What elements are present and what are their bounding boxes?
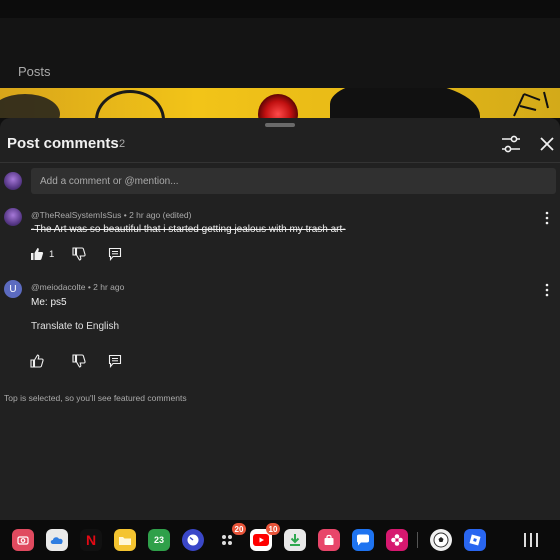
- translate-link[interactable]: Translate to English: [31, 321, 119, 332]
- channel-header: [0, 18, 560, 88]
- app-cloud[interactable]: [46, 529, 68, 551]
- chat-bubble-icon: [357, 534, 369, 546]
- app-calendar[interactable]: 23: [148, 529, 170, 551]
- comment-meta: @TheRealSystemIsSus • 2 hr ago (edited): [31, 210, 192, 220]
- close-icon[interactable]: [537, 134, 557, 154]
- comment-meta: @meiodacolte • 2 hr ago: [31, 282, 125, 292]
- taskbar-divider: [417, 532, 418, 548]
- dislike-button[interactable]: [72, 247, 86, 261]
- comment-author[interactable]: @TheRealSystemIsSus: [31, 210, 121, 220]
- app-soccer-game[interactable]: [430, 529, 452, 551]
- featured-comments-note: Top is selected, so you'll see featured …: [4, 393, 187, 403]
- app-grid-icon: [222, 535, 232, 545]
- youtube-icon: [253, 534, 269, 546]
- app-flower[interactable]: [386, 529, 408, 551]
- avatar: [4, 172, 22, 190]
- like-button[interactable]: [30, 354, 44, 368]
- tab-posts[interactable]: Posts: [18, 64, 51, 79]
- camera-icon: [17, 536, 29, 545]
- comment-time: 2 hr ago: [93, 282, 125, 292]
- comment-count: 2: [119, 138, 126, 150]
- like-button[interactable]: 1: [30, 247, 54, 261]
- app-messages[interactable]: [352, 529, 374, 551]
- like-count: 1: [49, 248, 55, 260]
- app-clock[interactable]: [182, 529, 204, 551]
- sheet-title: Post comments: [7, 135, 119, 152]
- post-image: [0, 88, 560, 118]
- thumbs-up-icon: [30, 354, 44, 368]
- reply-icon: [108, 247, 122, 261]
- taskbar: N 23 20 10: [0, 520, 560, 560]
- avatar[interactable]: U: [4, 280, 22, 298]
- status-area: [0, 0, 560, 18]
- drag-handle[interactable]: [265, 123, 295, 127]
- notification-badge: 10: [266, 523, 280, 535]
- app-netflix[interactable]: N: [80, 529, 102, 551]
- reply-button[interactable]: [108, 247, 122, 261]
- add-comment-placeholder: Add a comment or @mention...: [40, 175, 179, 187]
- roblox-icon: [469, 534, 481, 546]
- comment-text: Me: ps5: [31, 297, 67, 308]
- recent-apps-icon[interactable]: [524, 533, 538, 547]
- divider: [0, 162, 560, 163]
- comment-text: -The Art was so beautiful that i started…: [31, 224, 346, 235]
- avatar[interactable]: [4, 208, 22, 226]
- app-youtube[interactable]: 10: [250, 523, 280, 551]
- thumbs-up-icon: [31, 248, 44, 260]
- clock-icon: [187, 534, 199, 546]
- thumbs-down-icon: [72, 247, 86, 261]
- cloud-icon: [50, 537, 63, 544]
- thumbs-down-icon: [72, 354, 86, 368]
- soccer-ball-icon: [433, 532, 449, 548]
- comment-author[interactable]: @meiodacolte: [31, 282, 85, 292]
- flower-icon: [391, 534, 403, 546]
- notification-badge: 20: [232, 523, 246, 535]
- app-download[interactable]: [284, 529, 306, 551]
- more-options-icon[interactable]: [541, 283, 553, 297]
- comment-time: 2 hr ago (edited): [129, 210, 192, 220]
- app-store[interactable]: [318, 529, 340, 551]
- add-comment-input[interactable]: Add a comment or @mention...: [31, 168, 556, 194]
- reply-icon: [108, 354, 122, 368]
- shopping-bag-icon: [324, 534, 334, 545]
- dislike-button[interactable]: [72, 354, 86, 368]
- reply-button[interactable]: [108, 354, 122, 368]
- app-files[interactable]: [114, 529, 136, 551]
- folder-icon: [119, 536, 131, 545]
- more-options-icon[interactable]: [541, 211, 553, 225]
- app-folder[interactable]: 20: [216, 523, 246, 551]
- app-camera[interactable]: [12, 529, 34, 551]
- comments-sheet: Post comments 2 Add a comment or @mentio…: [0, 118, 560, 520]
- app-roblox[interactable]: [464, 529, 486, 551]
- download-icon: [290, 534, 300, 546]
- sort-filter-icon[interactable]: [500, 134, 522, 154]
